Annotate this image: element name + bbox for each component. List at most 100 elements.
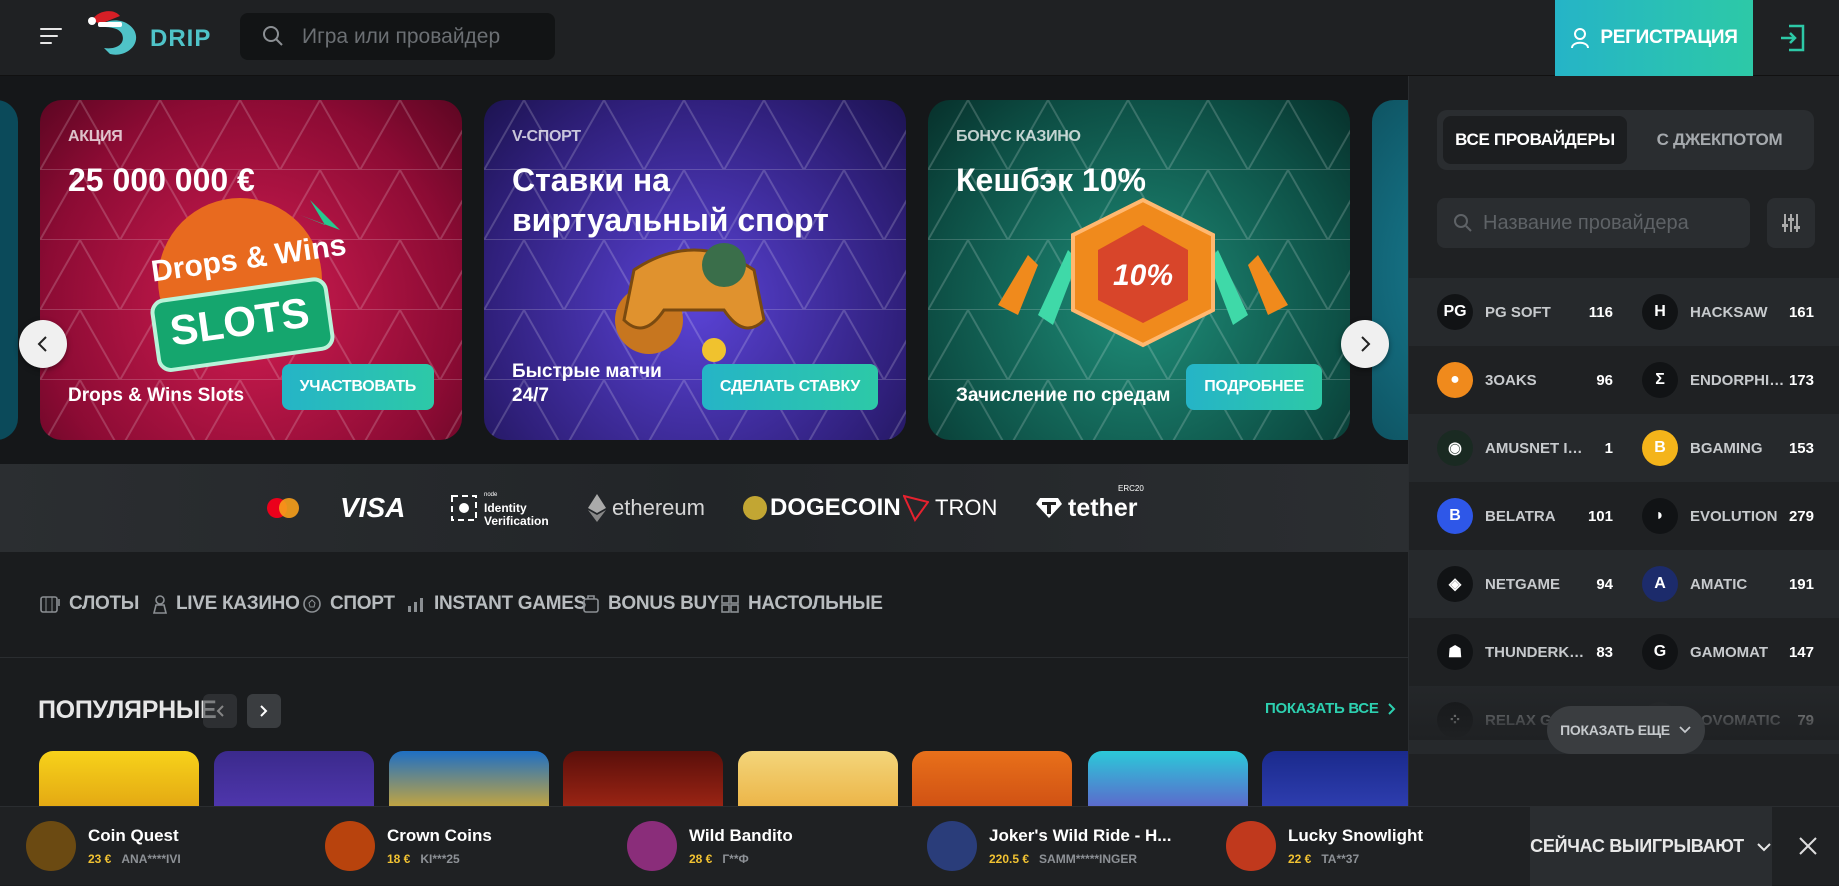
provider-game-count: 153 xyxy=(1788,439,1814,457)
tab-jackpot-providers[interactable]: С ДЖЕКПОТОМ xyxy=(1631,116,1808,164)
recent-win-item[interactable]: Coin Quest 23 € ANA****IVI xyxy=(26,817,181,875)
provider-item[interactable]: ◈ NETGAME 94 xyxy=(1437,550,1613,618)
category-table-games[interactable]: НАСТОЛЬНЫЕ xyxy=(720,593,883,615)
place-bet-button[interactable]: СДЕЛАТЬ СТАВКУ xyxy=(701,364,878,410)
logo[interactable]: DRIP xyxy=(86,8,216,64)
provider-search-input[interactable] xyxy=(1483,198,1743,248)
recent-win-item[interactable]: Crown Coins 18 € KI***25 xyxy=(325,817,492,875)
provider-item[interactable]: B BGAMING 153 xyxy=(1642,414,1814,482)
chevron-left-icon xyxy=(37,336,47,352)
game-tile[interactable] xyxy=(389,751,549,806)
recent-win-item[interactable]: Joker's Wild Ride - H... 220.5 € SAMM*****… xyxy=(927,817,1171,875)
win-meta: 18 € KI***25 xyxy=(387,852,492,866)
category-bonus-buy[interactable]: BONUS BUY xyxy=(582,593,720,615)
banner-subtitle: Зачисление по средам xyxy=(956,385,1171,406)
popular-prev-button[interactable] xyxy=(203,694,237,728)
win-amount: 28 € xyxy=(689,852,713,866)
provider-item[interactable]: ◉ AMUSNET IN... 1 xyxy=(1437,414,1613,482)
category-sport[interactable]: СПОРТ xyxy=(302,593,395,615)
win-amount: 23 € xyxy=(88,852,112,866)
visa-logo: VISA xyxy=(340,492,406,523)
game-name: Joker's Wild Ride - H... xyxy=(989,826,1172,845)
chevron-left-icon xyxy=(216,705,224,717)
provider-item[interactable]: ● 3OAKS 96 xyxy=(1437,346,1613,414)
provider-item[interactable]: H HACKSAW 161 xyxy=(1642,278,1814,346)
close-icon[interactable] xyxy=(1792,830,1824,862)
provider-item[interactable]: PG PG SOFT 116 xyxy=(1437,278,1613,346)
banner-tag: V-СПОРТ xyxy=(512,128,581,145)
banner-subtitle: Drops & Wins Slots xyxy=(68,385,245,406)
provider-game-count: 191 xyxy=(1788,575,1814,593)
game-name: Coin Quest xyxy=(88,826,179,845)
game-tile[interactable] xyxy=(912,751,1072,806)
provider-item[interactable]: G GAMOMAT 147 xyxy=(1642,618,1814,686)
game-tile[interactable] xyxy=(1262,751,1408,806)
category-slots[interactable]: СЛОТЫ xyxy=(39,593,139,615)
dogecoin-logo: DOGECOIN xyxy=(742,488,901,528)
provider-game-count: 101 xyxy=(1587,507,1613,525)
more-details-button[interactable]: ПОДРОБНЕЕ xyxy=(1186,364,1322,410)
winner-username: Г**Ф xyxy=(722,852,749,866)
tab-all-providers[interactable]: ВСЕ ПРОВАЙДЕРЫ xyxy=(1443,116,1627,164)
now-winning-toggle[interactable]: СЕЙЧАС ВЫИГРЫВАЮТ xyxy=(1530,807,1772,886)
search-icon xyxy=(263,26,283,46)
promo-banner-cashback[interactable]: 10% БОНУС КАЗИНО Кешбэк 10% Зачисление п… xyxy=(928,100,1350,440)
game-name: Wild Bandito xyxy=(689,826,793,845)
provider-item[interactable]: ◗ EVOLUTION 279 xyxy=(1642,482,1814,550)
provider-name: NETGAME xyxy=(1485,575,1560,593)
provider-search[interactable] xyxy=(1437,198,1750,248)
login-icon[interactable] xyxy=(1775,20,1811,56)
provider-game-count: 116 xyxy=(1588,303,1613,321)
game-search[interactable] xyxy=(240,13,555,60)
provider-logo-icon: PG xyxy=(1437,294,1473,330)
identity-verification-logo: node Identity Verification xyxy=(450,488,556,528)
menu-icon[interactable] xyxy=(40,26,62,46)
provider-game-count: 173 xyxy=(1788,371,1814,389)
provider-item[interactable]: Σ ENDORPHINA 173 xyxy=(1642,346,1814,414)
provider-item[interactable]: A AMATIC 191 xyxy=(1642,550,1814,618)
banner-tag: АКЦИЯ xyxy=(68,128,123,145)
svg-text:10%: 10% xyxy=(1113,259,1173,292)
providers-tabs: ВСЕ ПРОВАЙДЕРЫ С ДЖЕКПОТОМ xyxy=(1437,110,1814,170)
banner-title: Ставки на виртуальный спорт xyxy=(512,162,829,238)
provider-name: AMATIC xyxy=(1690,575,1748,593)
chevron-right-icon xyxy=(1387,702,1395,715)
recent-wins-ticker: Coin Quest 23 € ANA****IVI Crown Coins 18 € K… xyxy=(0,806,1839,886)
participate-button[interactable]: УЧАСТВОВАТЬ xyxy=(281,364,434,410)
filter-button[interactable] xyxy=(1767,198,1815,248)
game-tile[interactable] xyxy=(214,751,374,806)
promo-banner-vsport[interactable]: V-СПОРТ Ставки на виртуальный спорт Быст… xyxy=(484,100,906,440)
provider-game-count: 279 xyxy=(1788,507,1814,525)
payment-methods-strip: VISA node Identity Verification ethereum… xyxy=(0,464,1408,552)
show-all-link[interactable]: ПОКАЗАТЬ ВСЕ xyxy=(1265,700,1397,717)
provider-logo-icon: ◈ xyxy=(1437,566,1473,602)
carousel-next-button[interactable] xyxy=(1341,320,1389,368)
promo-banner-next[interactable] xyxy=(1372,100,1408,440)
register-button[interactable]: РЕГИСТРАЦИЯ xyxy=(1555,0,1753,76)
provider-logo-icon: G xyxy=(1642,634,1678,670)
category-live-casino[interactable]: LIVE КАЗИНО xyxy=(152,593,300,615)
sliders-icon xyxy=(1782,214,1800,232)
game-tile[interactable] xyxy=(1088,751,1248,806)
provider-logo-icon: ◗ xyxy=(1642,498,1678,534)
popular-next-button[interactable] xyxy=(247,694,281,728)
recent-win-item[interactable]: Lucky Snowlight 22 € TA**37 xyxy=(1226,817,1423,875)
game-search-input[interactable] xyxy=(302,13,542,60)
football-icon xyxy=(303,595,321,613)
game-tile[interactable] xyxy=(738,751,898,806)
game-name: Lucky Snowlight xyxy=(1288,826,1424,845)
game-tile[interactable] xyxy=(39,751,199,806)
provider-name: THUNDERKICK xyxy=(1485,643,1585,661)
promo-banner-prev[interactable] xyxy=(0,100,18,440)
recent-win-item[interactable]: Wild Bandito 28 € Г**Ф xyxy=(627,817,793,875)
provider-logo-icon: B xyxy=(1437,498,1473,534)
live-dealer-icon xyxy=(152,595,168,614)
provider-item[interactable]: ☗ THUNDERKICK 83 xyxy=(1437,618,1613,686)
provider-item[interactable]: B BELATRA 101 xyxy=(1437,482,1613,550)
promo-banner-drops-wins[interactable]: SLOTS Drops & Wins АКЦИЯ 25 000 000 € Dr… xyxy=(40,100,462,440)
win-amount: 22 € xyxy=(1288,852,1312,866)
carousel-prev-button[interactable] xyxy=(19,320,67,368)
show-more-button[interactable]: ПОКАЗАТЬ ЕЩЕ xyxy=(1547,706,1705,754)
category-instant-games[interactable]: INSTANT GAMES xyxy=(406,593,586,615)
game-tile[interactable] xyxy=(563,751,723,806)
